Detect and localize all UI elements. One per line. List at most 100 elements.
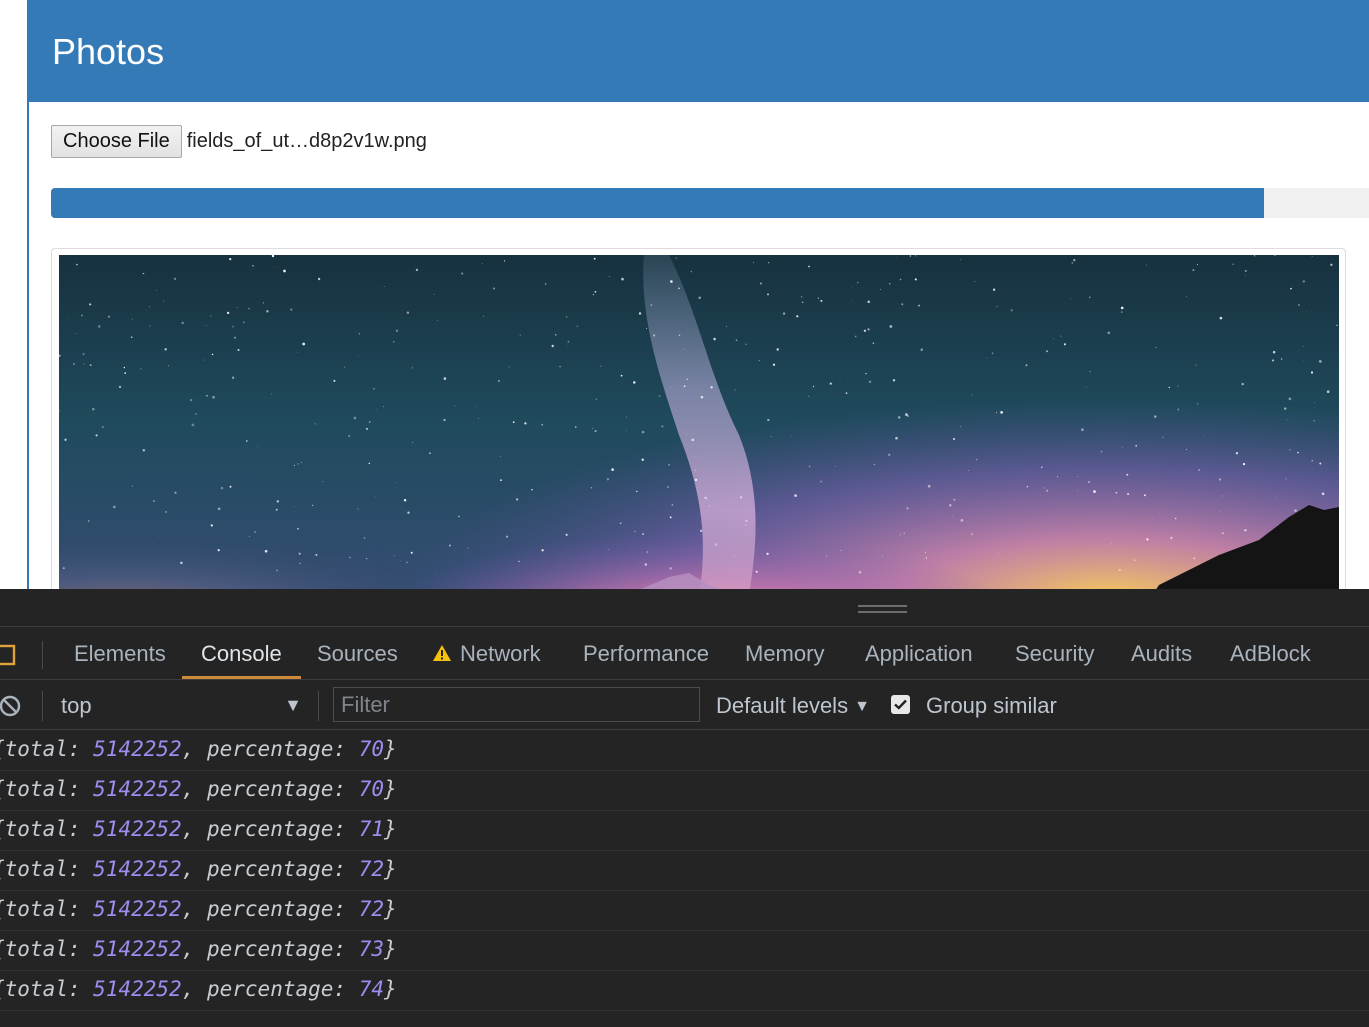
uploaded-photo bbox=[59, 255, 1339, 589]
clear-console-icon[interactable] bbox=[0, 694, 22, 718]
tab-security[interactable]: Security bbox=[1015, 628, 1094, 679]
log-key: percentage bbox=[206, 937, 334, 961]
log-key: total bbox=[4, 817, 68, 841]
tab-label: Sources bbox=[317, 641, 398, 666]
log-punctuation: } bbox=[384, 897, 397, 921]
tab-label: Memory bbox=[745, 641, 825, 666]
log-key: total bbox=[4, 857, 68, 881]
log-total-value: 5142252 bbox=[93, 937, 182, 961]
console-filter-input[interactable] bbox=[333, 687, 700, 722]
tab-label: Security bbox=[1015, 641, 1095, 666]
log-punctuation: } bbox=[384, 857, 397, 881]
log-punctuation: } bbox=[384, 977, 397, 1001]
log-total-value: 5142252 bbox=[93, 857, 182, 881]
log-punctuation: } bbox=[384, 817, 397, 841]
panel-heading bbox=[28, 0, 1369, 102]
log-punctuation: : bbox=[333, 817, 359, 841]
console-log-row[interactable]: {total: 5142252, percentage: 72} bbox=[0, 851, 1369, 891]
console-log-row[interactable]: {total: 5142252, percentage: 71} bbox=[0, 811, 1369, 851]
web-page: Photos Choose File fields_of_ut…d8p2v1w.… bbox=[0, 0, 1369, 589]
log-punctuation: : bbox=[333, 737, 359, 761]
log-key: total bbox=[4, 737, 68, 761]
log-key: percentage bbox=[206, 857, 334, 881]
log-total-value: 5142252 bbox=[93, 777, 182, 801]
tab-console[interactable]: Console bbox=[182, 628, 301, 679]
upload-progress-fill bbox=[51, 188, 1264, 218]
console-log-row[interactable]: {total: 5142252, percentage: 70} bbox=[0, 771, 1369, 811]
log-key: percentage bbox=[206, 897, 334, 921]
tab-performance[interactable]: Performance bbox=[583, 628, 709, 679]
tab-elements[interactable]: Elements bbox=[74, 628, 166, 679]
console-log-row[interactable]: {total: 5142252, percentage: 70} bbox=[0, 731, 1369, 771]
choose-file-button[interactable]: Choose File bbox=[51, 125, 182, 158]
log-percentage-value: 70 bbox=[358, 777, 385, 801]
log-key: percentage bbox=[206, 817, 334, 841]
devtools-resize-handle[interactable] bbox=[0, 589, 1369, 627]
tab-label: Audits bbox=[1131, 641, 1193, 666]
log-punctuation: : bbox=[333, 937, 359, 961]
tab-label: Console bbox=[201, 641, 282, 666]
log-punctuation: : bbox=[67, 977, 94, 1001]
log-punctuation: , bbox=[181, 977, 207, 1001]
log-total-value: 5142252 bbox=[93, 817, 182, 841]
log-total-value: 5142252 bbox=[93, 897, 182, 921]
tab-sources[interactable]: Sources bbox=[317, 628, 398, 679]
checkmark-icon bbox=[894, 699, 907, 710]
upload-progress-bar bbox=[51, 188, 1369, 218]
console-messages: {total: 5142252, percentage: 70}{total: … bbox=[0, 731, 1369, 1011]
devtools-tab-bar: Elements Console Sources Network Performance… bbox=[0, 628, 1369, 680]
drag-grip-icon[interactable] bbox=[858, 605, 907, 613]
log-punctuation: : bbox=[67, 857, 94, 881]
log-key: total bbox=[4, 977, 68, 1001]
log-punctuation: , bbox=[181, 937, 207, 961]
console-log-row[interactable]: {total: 5142252, percentage: 73} bbox=[0, 931, 1369, 971]
log-key: percentage bbox=[206, 977, 334, 1001]
log-key: percentage bbox=[206, 777, 334, 801]
log-punctuation: : bbox=[67, 817, 94, 841]
photo-thumbnail[interactable] bbox=[51, 248, 1346, 589]
toolbar-separator bbox=[318, 691, 319, 721]
tab-label: Application bbox=[865, 641, 973, 666]
toolbar-separator bbox=[42, 691, 43, 721]
log-percentage-value: 74 bbox=[358, 977, 385, 1001]
log-percentage-value: 71 bbox=[358, 817, 385, 841]
log-levels-selector[interactable]: Default levels ▼ bbox=[716, 681, 870, 730]
tab-application[interactable]: Application bbox=[865, 628, 973, 679]
devtools-panel: Elements Console Sources Network Performance… bbox=[0, 589, 1369, 1027]
selected-file-name: fields_of_ut…d8p2v1w.png bbox=[186, 130, 427, 152]
log-punctuation: : bbox=[67, 737, 94, 761]
log-punctuation: : bbox=[67, 777, 94, 801]
log-key: percentage bbox=[206, 737, 334, 761]
log-punctuation: : bbox=[67, 897, 94, 921]
log-punctuation: : bbox=[333, 897, 359, 921]
log-percentage-value: 72 bbox=[358, 857, 385, 881]
tab-label: Elements bbox=[74, 641, 166, 666]
group-similar-checkbox[interactable] bbox=[891, 695, 910, 714]
log-total-value: 5142252 bbox=[93, 737, 182, 761]
tab-adblock[interactable]: AdBlock bbox=[1230, 628, 1311, 679]
tab-audits[interactable]: Audits bbox=[1131, 628, 1192, 679]
file-input[interactable]: Choose File fields_of_ut…d8p2v1w.png bbox=[51, 125, 427, 158]
log-key: total bbox=[4, 937, 68, 961]
warning-icon bbox=[433, 645, 451, 662]
tab-label: AdBlock bbox=[1230, 641, 1311, 666]
log-punctuation: } bbox=[384, 777, 397, 801]
tab-memory[interactable]: Memory bbox=[745, 628, 824, 679]
panel-title: Photos bbox=[52, 31, 165, 72]
context-value: top bbox=[61, 693, 92, 718]
log-punctuation: : bbox=[333, 857, 359, 881]
group-similar-label[interactable]: Group similar bbox=[926, 681, 1057, 730]
log-punctuation: , bbox=[181, 777, 207, 801]
console-log-row[interactable]: {total: 5142252, percentage: 74} bbox=[0, 971, 1369, 1011]
log-punctuation: } bbox=[384, 737, 397, 761]
log-key: total bbox=[4, 777, 68, 801]
log-punctuation: , bbox=[181, 737, 207, 761]
tab-network[interactable]: Network bbox=[432, 628, 541, 679]
context-selector[interactable]: top ▼ bbox=[61, 681, 306, 730]
inspect-element-icon[interactable] bbox=[0, 643, 20, 667]
console-log-row[interactable]: {total: 5142252, percentage: 72} bbox=[0, 891, 1369, 931]
log-percentage-value: 72 bbox=[358, 897, 385, 921]
log-percentage-value: 70 bbox=[358, 737, 385, 761]
log-punctuation: } bbox=[384, 937, 397, 961]
log-punctuation: , bbox=[181, 897, 207, 921]
